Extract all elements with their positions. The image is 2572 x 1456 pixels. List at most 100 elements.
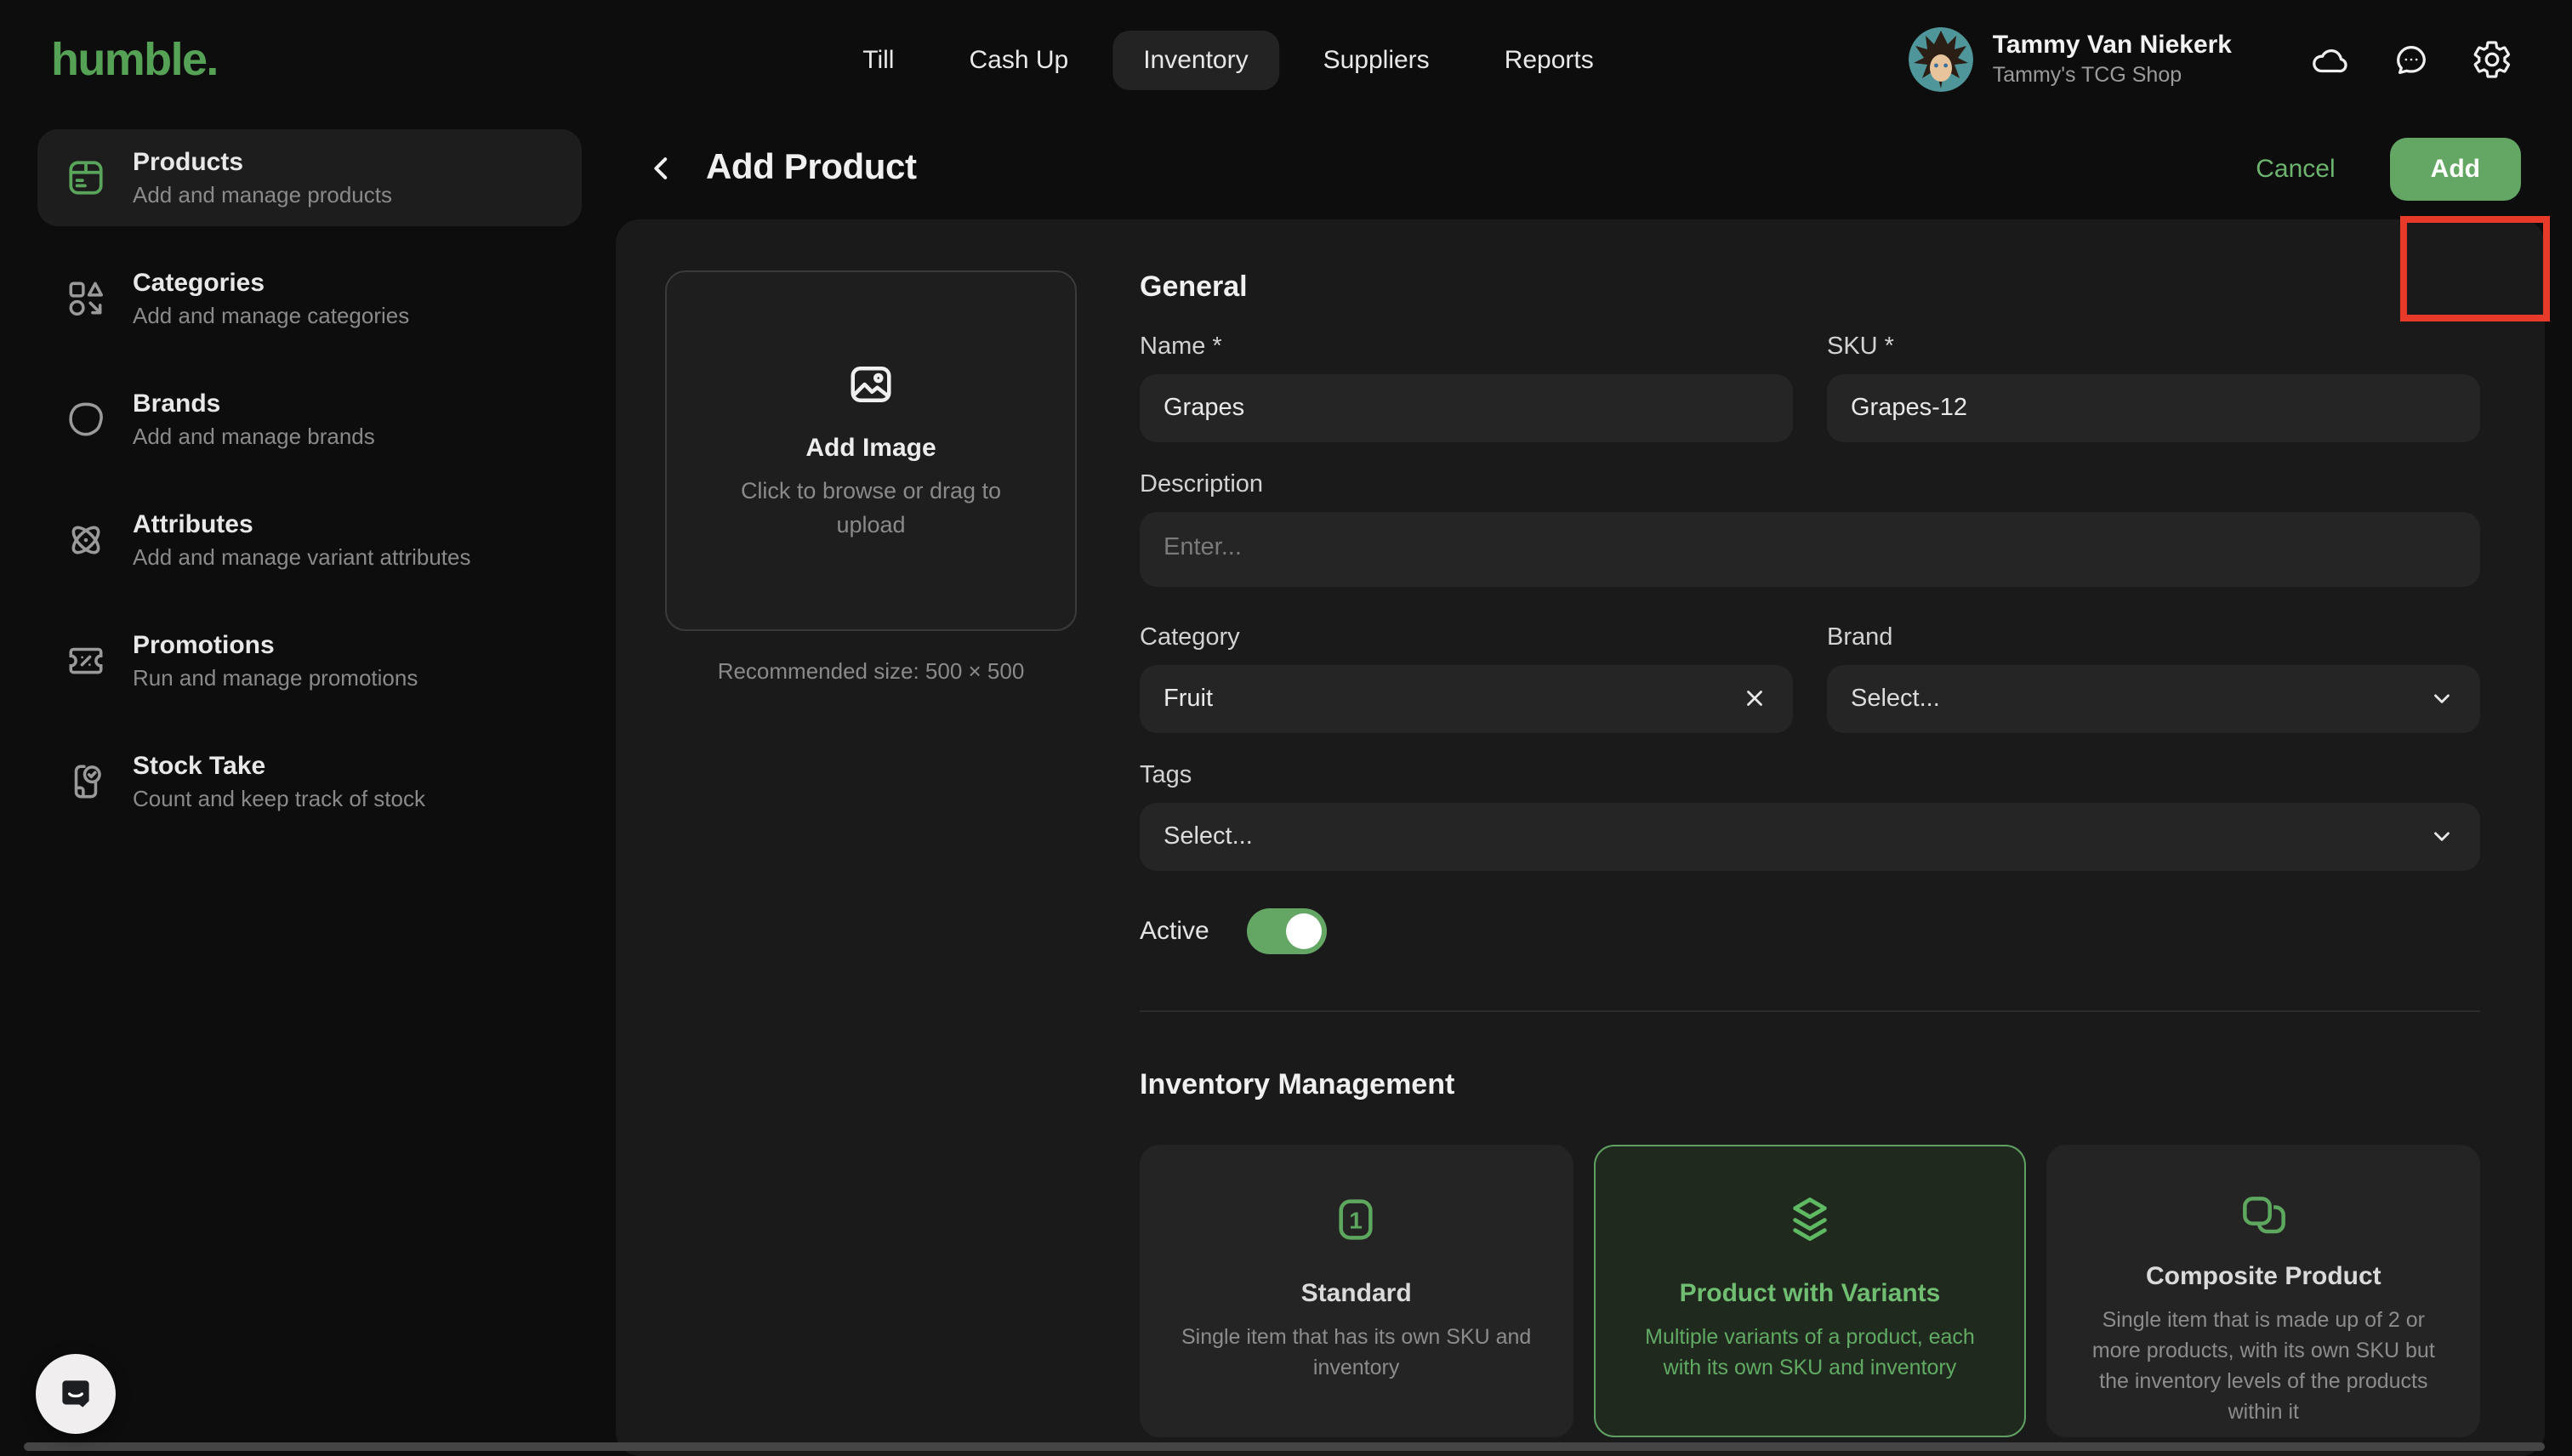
promotions-ticket-icon (63, 639, 107, 683)
sidebar-item-promotions[interactable]: Promotions Run and manage promotions (37, 612, 582, 709)
sidebar-item-title: Brands (133, 390, 375, 418)
sidebar-item-stock-take[interactable]: Stock Take Count and keep track of stock (37, 733, 582, 830)
categories-shapes-icon (63, 276, 107, 321)
inventory-option-text: Composite Product Single item that is ma… (2080, 1244, 2448, 1427)
sidebar-item-products[interactable]: Products Add and manage products (37, 129, 582, 226)
category-field-group: Category Fruit (1140, 623, 1793, 732)
sidebar-item-desc: Add and manage categories (133, 303, 409, 328)
upload-subtitle: Click to browse or drag to upload (704, 475, 1038, 541)
sidebar-item-title: Promotions (133, 631, 418, 660)
inventory-option-standard[interactable]: 1 Standard Single item that has its own … (1140, 1144, 1573, 1436)
variants-layers-icon (1783, 1190, 1837, 1248)
image-icon (845, 359, 896, 410)
sku-input[interactable] (1827, 373, 2480, 441)
settings-button[interactable] (2463, 31, 2521, 88)
add-button[interactable]: Add (2390, 138, 2521, 201)
header-actions: Cancel Add (2256, 138, 2521, 201)
sidebar: Products Add and manage products Categor… (0, 119, 616, 1456)
sidebar-item-text: Categories Add and manage categories (133, 269, 409, 328)
top-navigation: Till Cash Up Inventory Suppliers Reports (832, 30, 1625, 89)
upload-title: Add Image (805, 434, 936, 463)
sidebar-item-categories[interactable]: Categories Add and manage categories (37, 250, 582, 347)
svg-text:1: 1 (1350, 1207, 1363, 1233)
inventory-option-text: Product with Variants Multiple variants … (1625, 1262, 1994, 1384)
nav-item-till[interactable]: Till (832, 30, 925, 89)
name-input[interactable] (1140, 373, 1793, 441)
image-upload-dropzone[interactable]: Add Image Click to browse or drag to upl… (665, 270, 1077, 630)
app-window: humble. Till Cash Up Inventory Suppliers… (0, 0, 2572, 1456)
inventory-option-desc: Single item that has its own SKU and inv… (1172, 1322, 1540, 1384)
inventory-option-text: Standard Single item that has its own SK… (1172, 1262, 1540, 1384)
toggle-knob (1286, 913, 1322, 948)
humble-logo: humble. (51, 33, 218, 86)
sync-button[interactable] (2300, 31, 2358, 88)
cloud-icon (2309, 40, 2348, 79)
inventory-option-desc: Multiple variants of a product, each wit… (1625, 1322, 1994, 1384)
category-selected-value: Fruit (1164, 685, 1738, 712)
sidebar-item-title: Stock Take (133, 752, 425, 781)
sidebar-item-brands[interactable]: Brands Add and manage brands (37, 371, 582, 468)
brand-field-group: Brand Select... (1827, 623, 2480, 732)
description-field-group: Description (1140, 470, 2480, 594)
chevron-left-icon (645, 152, 679, 186)
inventory-option-title: Composite Product (2080, 1261, 2448, 1290)
inventory-type-options: 1 Standard Single item that has its own … (1140, 1144, 2480, 1436)
sidebar-item-title: Products (133, 148, 392, 177)
sidebar-item-attributes[interactable]: Attributes Add and manage variant attrib… (37, 492, 582, 589)
chevron-down-icon (2426, 821, 2456, 851)
composite-linked-blocks-icon (2236, 1190, 2290, 1244)
upload-size-hint: Recommended size: 500 × 500 (665, 657, 1077, 683)
avatar[interactable] (1909, 27, 1974, 92)
support-chat-icon (54, 1373, 97, 1415)
chat-launcher-button[interactable] (36, 1354, 116, 1434)
top-bar: humble. Till Cash Up Inventory Suppliers… (0, 0, 2572, 119)
sidebar-item-text: Brands Add and manage brands (133, 390, 375, 449)
sidebar-item-desc: Count and keep track of stock (133, 786, 425, 811)
main-area: Add Product Cancel Add Add (616, 119, 2572, 1456)
brand-placeholder: Select... (1851, 685, 2426, 712)
user-cluster: Tammy Van Niekerk Tammy's TCG Shop (1909, 27, 2521, 92)
tags-select[interactable]: Select... (1140, 802, 2480, 870)
back-button[interactable] (636, 144, 687, 195)
brand-select[interactable]: Select... (1827, 664, 2480, 732)
horizontal-scrollbar[interactable] (24, 1442, 2545, 1451)
inventory-option-title: Standard (1172, 1279, 1540, 1308)
inventory-option-desc: Single item that is made up of 2 or more… (2080, 1304, 2448, 1427)
active-toggle[interactable] (1247, 907, 1327, 953)
sidebar-item-title: Attributes (133, 510, 471, 539)
chevron-down-icon (2426, 683, 2456, 714)
inventory-section-heading: Inventory Management (1140, 1067, 2480, 1101)
sidebar-item-text: Products Add and manage products (133, 148, 392, 208)
tags-placeholder: Select... (1164, 822, 2426, 850)
nav-item-reports[interactable]: Reports (1474, 30, 1625, 89)
tags-field-group: Tags Select... (1140, 761, 2480, 870)
add-product-form-card: Add Image Click to browse or drag to upl… (616, 219, 2545, 1456)
cancel-button[interactable]: Cancel (2256, 155, 2335, 184)
user-info: Tammy Van Niekerk Tammy's TCG Shop (1993, 31, 2232, 89)
sku-label: SKU * (1827, 333, 2480, 360)
nav-item-suppliers[interactable]: Suppliers (1293, 30, 1460, 89)
inventory-option-composite-product[interactable]: Composite Product Single item that is ma… (2047, 1144, 2480, 1436)
form-column: General Name * SKU * Description (1140, 270, 2480, 1456)
clear-category-button[interactable] (1738, 683, 1769, 714)
inventory-option-product-with-variants[interactable]: Product with Variants Multiple variants … (1593, 1144, 2026, 1436)
nav-item-inventory[interactable]: Inventory (1112, 30, 1278, 89)
attributes-atom-icon (63, 518, 107, 562)
category-select[interactable]: Fruit (1140, 664, 1793, 732)
page-header: Add Product Cancel Add (616, 119, 2572, 219)
user-name: Tammy Van Niekerk (1993, 31, 2232, 63)
messages-button[interactable] (2381, 31, 2439, 88)
name-field-group: Name * (1140, 333, 1793, 441)
sidebar-item-text: Promotions Run and manage promotions (133, 631, 418, 691)
sku-field-group: SKU * (1827, 333, 2480, 441)
category-label: Category (1140, 623, 1793, 651)
nav-item-cash-up[interactable]: Cash Up (938, 30, 1099, 89)
sidebar-item-desc: Run and manage promotions (133, 665, 418, 691)
gear-icon (2472, 39, 2512, 80)
sidebar-item-desc: Add and manage variant attributes (133, 544, 471, 570)
description-input[interactable] (1140, 511, 2480, 586)
chat-bubble-icon (2391, 40, 2430, 79)
name-label: Name * (1140, 333, 1793, 360)
general-section-heading: General (1140, 270, 2480, 304)
brand-label: Brand (1827, 623, 2480, 651)
